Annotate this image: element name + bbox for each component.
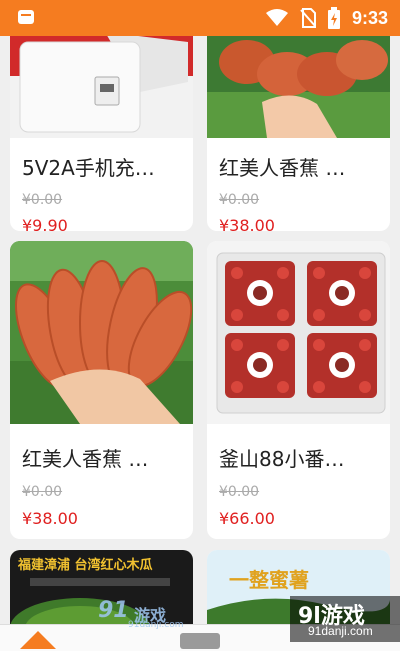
original-price: ¥0.00 bbox=[219, 484, 260, 500]
watermark-url: 91danji.com bbox=[308, 624, 373, 638]
wifi-icon bbox=[265, 9, 288, 26]
product-image-red-banana bbox=[10, 241, 193, 424]
sale-price: ¥9.90 bbox=[22, 216, 68, 231]
product-card-charger[interactable]: 5V2A手机充… ¥0.00 ¥9.90 bbox=[10, 36, 193, 231]
sale-price: ¥66.00 bbox=[219, 509, 275, 528]
status-bar: 9:33 bbox=[0, 0, 400, 36]
battery-charging-icon bbox=[327, 7, 340, 29]
product-image-cherry-tomatoes bbox=[207, 241, 390, 424]
app-notification-icon bbox=[18, 10, 34, 24]
product-image-red-banana bbox=[207, 36, 390, 138]
product-title: 红美人香蕉 … bbox=[22, 447, 149, 471]
product-title: 釜山88小番… bbox=[219, 447, 345, 471]
product-grid[interactable]: 5V2A手机充… ¥0.00 ¥9.90 红美人香蕉 … ¥0.00 ¥38.0… bbox=[0, 36, 400, 624]
sale-price: ¥38.00 bbox=[22, 509, 78, 528]
cart-tab-icon[interactable] bbox=[180, 633, 220, 649]
watermark-logo-faded: 91 游戏 91danji.com bbox=[98, 598, 190, 634]
product-image-charger bbox=[10, 36, 193, 138]
watermark-number: 91 bbox=[98, 598, 129, 623]
original-price: ¥0.00 bbox=[219, 192, 260, 208]
no-sim-icon bbox=[300, 8, 316, 28]
product-title: 5V2A手机充… bbox=[22, 156, 155, 180]
watermark-url: 91danji.com bbox=[128, 620, 184, 630]
product-card-cherry-tomatoes[interactable]: 釜山88小番… ¥0.00 ¥66.00 bbox=[207, 241, 390, 539]
product-card-red-banana[interactable]: 红美人香蕉 … ¥0.00 ¥38.00 bbox=[207, 36, 390, 231]
original-price: ¥0.00 bbox=[22, 484, 63, 500]
clock: 9:33 bbox=[351, 7, 388, 28]
status-icons: 9:33 bbox=[265, 6, 388, 30]
product-title: 红美人香蕉 … bbox=[219, 156, 346, 180]
watermark-logo: 9l游戏 91danji.com bbox=[290, 596, 400, 642]
product-card-red-banana-2[interactable]: 红美人香蕉 … ¥0.00 ¥38.00 bbox=[10, 241, 193, 539]
home-tab-icon[interactable] bbox=[20, 631, 56, 649]
sale-price: ¥38.00 bbox=[219, 216, 275, 231]
original-price: ¥0.00 bbox=[22, 192, 63, 208]
